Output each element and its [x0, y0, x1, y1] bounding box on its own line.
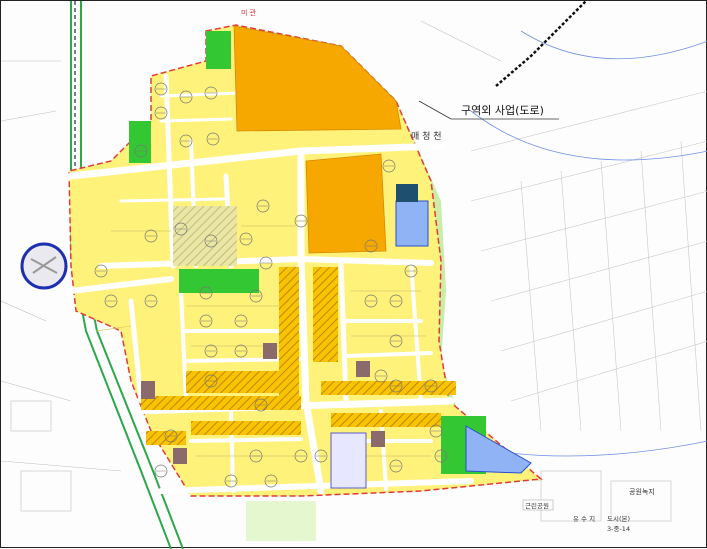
- commercial-block-north[interactable]: [233, 25, 402, 132]
- commercial-block-east[interactable]: [305, 153, 387, 254]
- rail-line: [495, 1, 587, 87]
- park-bottom-left: [246, 501, 316, 541]
- callout-label: 구역외 사업(도로): [461, 104, 544, 117]
- blue-contours: [440, 30, 707, 457]
- callout-leader: [418, 100, 452, 120]
- map-frame: 구역외 사업(도로) 매 청 천 미 관 공원녹지 근린공원 유 수 지 도시(…: [0, 0, 707, 549]
- bottom-label-park: 근린공원: [525, 501, 549, 510]
- bottom-label-pond: 유 수 지: [573, 514, 595, 523]
- mixed-use-strip-6[interactable]: [191, 421, 301, 435]
- school-site[interactable]: [173, 206, 237, 266]
- mixed-use-strip-4[interactable]: [141, 396, 301, 410]
- water-facility[interactable]: [395, 200, 429, 247]
- bottom-label-code: 3-중-14: [607, 525, 630, 533]
- detention-pond[interactable]: [465, 425, 532, 474]
- bottom-label-road: 도시(본): [607, 515, 630, 523]
- park-central[interactable]: [179, 269, 259, 293]
- mixed-use-strip-5[interactable]: [321, 381, 456, 395]
- public-facility[interactable]: [330, 432, 367, 489]
- bottom-labels: 근린공원 유 수 지 도시(본) 3-중-14: [522, 499, 630, 533]
- mixed-use-strip-3[interactable]: [186, 371, 298, 393]
- interchange[interactable]: [20, 242, 68, 290]
- road-label-top: 미 관: [241, 8, 257, 17]
- field-grid: [470, 90, 707, 432]
- mixed-use-strip-7[interactable]: [331, 413, 441, 427]
- utility-dark[interactable]: [396, 184, 418, 202]
- mixed-use-strip-2[interactable]: [313, 267, 338, 362]
- park-label-right: 공원녹지: [629, 487, 655, 496]
- stream-label: 매 청 천: [411, 131, 442, 142]
- park-northwest[interactable]: [206, 31, 231, 69]
- urban-plan-map[interactable]: 구역외 사업(도로) 매 청 천 미 관 공원녹지 근린공원 유 수 지 도시(…: [1, 1, 707, 549]
